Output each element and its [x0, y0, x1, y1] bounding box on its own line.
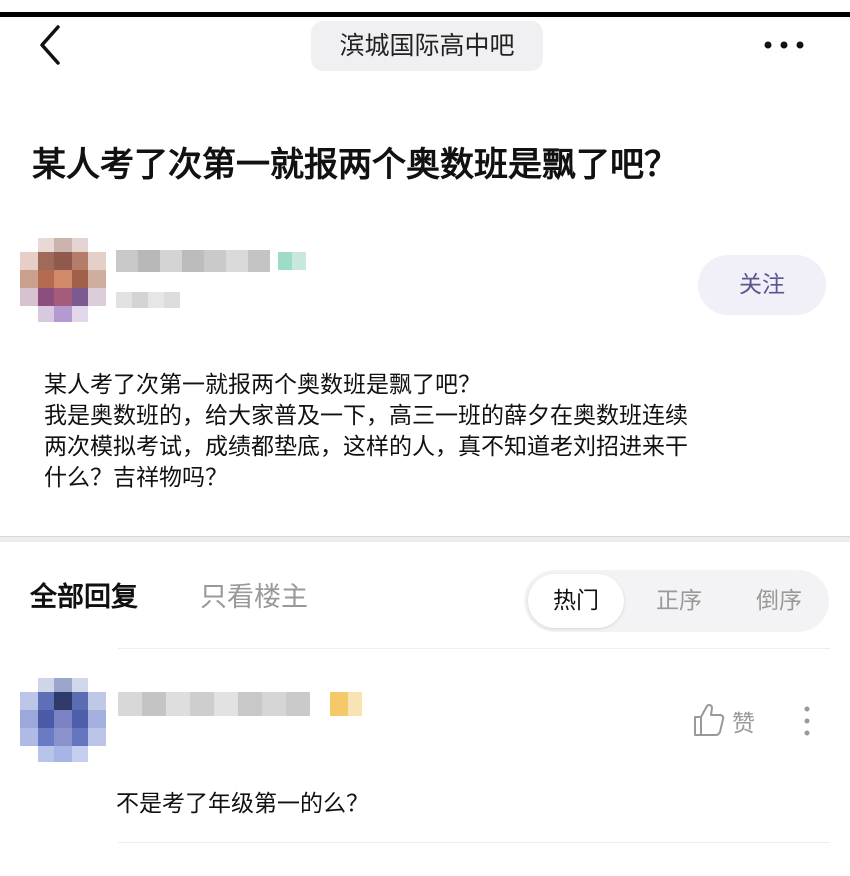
thumbs-up-icon	[694, 703, 725, 736]
reply-username-blurred[interactable]	[118, 684, 368, 724]
like-button[interactable]: 赞	[692, 700, 772, 740]
post-body-line: 两次模拟考试，成绩都垫底，这样的人，真不知道老刘招进来干	[44, 434, 688, 460]
reply-text: 不是考了年级第一的么？	[116, 791, 369, 817]
post-body: 某人考了次第一就报两个奥数班是飘了吧？ 我是奥数班的，给大家普及一下，高三一班的…	[44, 370, 824, 494]
post-body-line: 什么？吉祥物吗？	[44, 465, 228, 491]
forum-name-button[interactable]: 滨城国际高中吧	[311, 21, 543, 71]
follow-button[interactable]: 关注	[698, 255, 826, 315]
sort-descending-button[interactable]: 倒序	[734, 570, 824, 632]
sort-toggle-group: 热门 正序 倒序	[524, 570, 829, 632]
sort-hot-button[interactable]: 热门	[528, 574, 624, 628]
post-body-line: 某人考了次第一就报两个奥数班是飘了吧？	[44, 372, 481, 398]
vertical-dots-icon	[804, 706, 810, 736]
author-meta-blurred	[108, 288, 188, 312]
separator-line	[118, 648, 830, 649]
more-dots-icon	[764, 41, 804, 49]
separator-line	[118, 842, 830, 843]
reply-avatar[interactable]	[20, 678, 106, 764]
reply-more-button[interactable]	[796, 704, 818, 738]
top-nav-bar: 滨城国际高中吧	[0, 17, 850, 77]
author-name-blurred[interactable]	[108, 240, 308, 280]
post-body-line: 我是奥数班的，给大家普及一下，高三一班的薛夕在奥数班连续	[44, 403, 688, 429]
tab-all-replies[interactable]: 全部回复	[30, 575, 138, 614]
tab-op-only[interactable]: 只看楼主	[200, 575, 308, 614]
more-button[interactable]	[760, 25, 808, 65]
like-label: 赞	[732, 711, 755, 737]
post-title: 某人考了次第一就报两个奥数班是飘了吧？	[32, 145, 678, 185]
back-button[interactable]	[30, 23, 74, 67]
sort-ascending-button[interactable]: 正序	[634, 570, 724, 632]
author-avatar[interactable]	[20, 238, 106, 324]
chevron-left-icon	[40, 25, 60, 65]
section-divider	[0, 536, 850, 542]
